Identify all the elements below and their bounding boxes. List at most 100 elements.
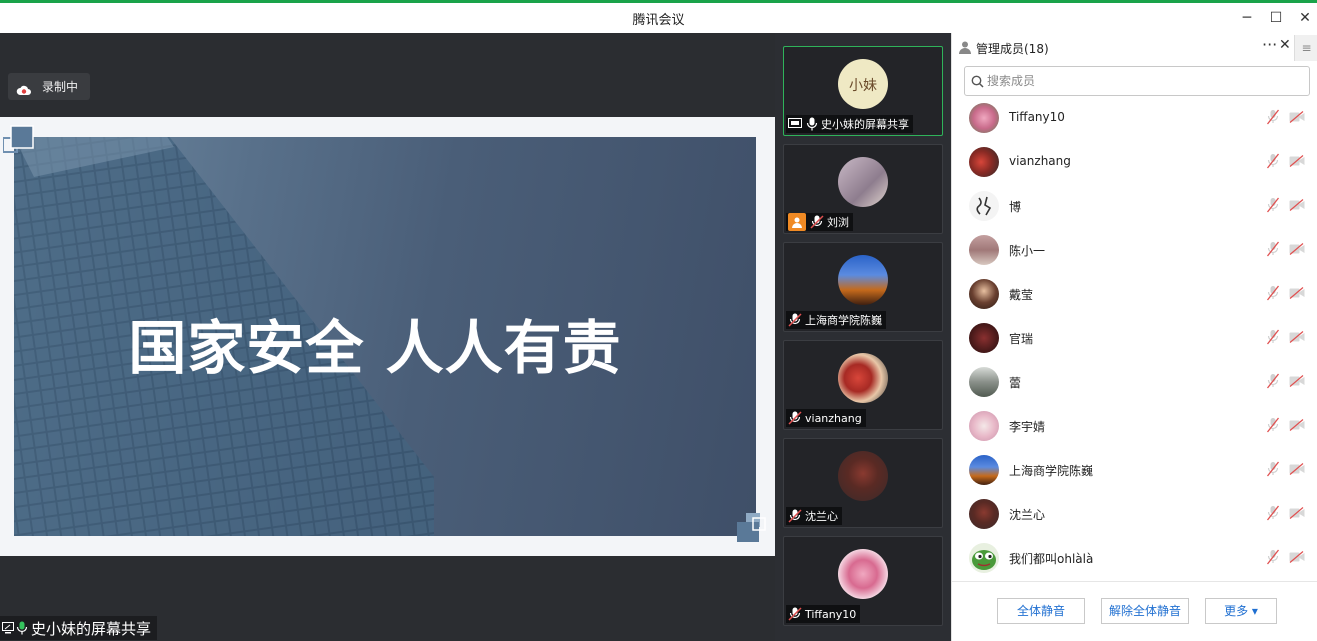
camera-off-icon[interactable] [1289,507,1305,519]
mic-muted-icon[interactable] [1266,153,1280,169]
participant-tile[interactable]: vianzhang [783,340,943,430]
tile-name-tag: 刘浏 [786,213,853,231]
mic-muted-icon[interactable] [1266,241,1280,257]
maximize-button[interactable]: ☐ [1265,7,1287,29]
tile-name: vianzhang [805,411,862,425]
mic-muted-icon[interactable] [1266,197,1280,213]
panel-header: 管理成员(18) ··· ✕ ≡ [952,33,1317,61]
avatar [838,353,888,403]
camera-off-icon[interactable] [1289,463,1305,475]
avatar [838,157,888,207]
list-item[interactable]: 陈小一 [952,228,1317,272]
member-search[interactable] [964,66,1310,96]
member-name: 沈兰心 [1009,508,1046,522]
screen-share-tag: 史小妹的屏幕共享 [0,616,158,640]
mic-muted-icon[interactable] [1266,417,1280,433]
participant-tile[interactable]: 上海商学院陈巍 [783,242,943,332]
search-icon [971,75,984,88]
camera-off-icon[interactable] [1289,199,1305,211]
mic-muted-icon[interactable] [1266,373,1280,389]
participant-tile[interactable]: Tiffany10 [783,536,943,626]
member-name: 李宇婧 [1009,420,1046,434]
camera-off-icon[interactable] [1289,375,1305,387]
member-list: Tiffany10 vianzhang 博 陈小一 戴莹 官瑞 蕾 李宇婧 上海… [952,101,1317,581]
participant-tile[interactable]: 沈兰心 [783,438,943,528]
close-panel-button[interactable]: ✕ [1279,37,1291,53]
mic-muted-icon [788,411,802,425]
avatar [969,103,999,133]
camera-off-icon[interactable] [1289,111,1305,123]
shared-slide-frame: 国家安全 人人有责 [0,117,775,556]
list-item[interactable]: vianzhang [952,140,1317,184]
list-item[interactable]: 李宇婧 [952,404,1317,448]
person-icon [788,213,806,231]
member-name: 官瑞 [1009,332,1034,346]
avatar [838,549,888,599]
member-name: 博 [1009,200,1022,214]
avatar [969,235,999,265]
participant-thumbnails: 小妹 史小妹的屏幕共享 刘浏 上海商学院陈巍 vianzhang 沈兰心 Tif… [775,33,951,641]
mic-muted-icon[interactable] [1266,505,1280,521]
mic-muted-icon[interactable] [1266,461,1280,477]
list-item[interactable]: Tiffany10 [952,101,1317,140]
tile-name-tag: 沈兰心 [786,507,842,525]
tile-name-tag: Tiffany10 [786,605,861,623]
search-input[interactable] [987,72,1297,90]
camera-off-icon[interactable] [1289,155,1305,167]
mic-muted-icon[interactable] [1266,109,1280,125]
tile-name: 上海商学院陈巍 [805,314,882,327]
window-title: 腾讯会议 [632,13,685,28]
svg-text:小妹: 小妹 [849,78,877,94]
meeting-window: 腾讯会议 ─ ☐ ✕ 录制中 国家安全 人人有责 史小妹的屏幕共享 小妹 史小妹… [0,0,1317,641]
avatar [969,191,999,221]
more-options-button[interactable]: ··· [1262,35,1277,54]
list-item[interactable]: 沈兰心 [952,492,1317,536]
participant-tile[interactable]: 刘浏 [783,144,943,234]
list-item[interactable]: 上海商学院陈巍 [952,448,1317,492]
avatar [969,323,999,353]
unmute-all-button[interactable]: 解除全体静音 [1101,598,1189,624]
panel-footer: 全体静音 解除全体静音 更多 ▾ [952,581,1317,641]
mic-muted-icon [788,607,802,621]
camera-off-icon[interactable] [1289,419,1305,431]
camera-off-icon[interactable] [1289,551,1305,563]
list-item[interactable]: 官瑞 [952,316,1317,360]
title-bar: 腾讯会议 ─ ☐ ✕ [0,3,1317,33]
screen-share-icon [2,622,14,634]
mic-muted-icon [810,215,824,229]
avatar [969,455,999,485]
member-management-panel: 管理成员(18) ··· ✕ ≡ Tiffany10 vianzhang [951,33,1317,641]
member-name: 蕾 [1009,376,1022,390]
recording-badge[interactable]: 录制中 [8,73,90,100]
member-name: vianzhang [1009,154,1071,168]
mic-active-icon [806,117,818,131]
camera-off-icon[interactable] [1289,243,1305,255]
mute-all-button[interactable]: 全体静音 [997,598,1085,624]
list-item[interactable]: 戴莹 [952,272,1317,316]
tile-name: 沈兰心 [805,510,838,523]
minimize-button[interactable]: ─ [1236,7,1258,29]
list-item[interactable]: 蕾 [952,360,1317,404]
share-tag-label: 史小妹的屏幕共享 [31,619,152,638]
camera-off-icon[interactable] [1289,331,1305,343]
slide-title: 国家安全 人人有责 [128,314,622,382]
participant-tile[interactable]: 小妹 史小妹的屏幕共享 [783,46,943,136]
camera-off-icon[interactable] [1289,287,1305,299]
cloud-record-icon [16,81,32,95]
mic-muted-icon [788,509,802,523]
member-name: 上海商学院陈巍 [1009,464,1094,478]
list-item[interactable]: 我们都叫ohlàlà [952,536,1317,580]
panel-side-toggle[interactable]: ≡ [1294,35,1317,61]
avatar [969,543,999,573]
close-window-button[interactable]: ✕ [1294,7,1316,29]
mic-muted-icon[interactable] [1266,329,1280,345]
tile-name: Tiffany10 [805,607,857,621]
mic-muted-icon[interactable] [1266,285,1280,301]
avatar [969,279,999,309]
main-video-stage: 录制中 国家安全 人人有责 史小妹的屏幕共享 [0,33,775,641]
screen-share-icon [788,118,802,128]
mic-muted-icon[interactable] [1266,549,1280,565]
more-button[interactable]: 更多 ▾ [1205,598,1277,624]
tile-name: 史小妹的屏幕共享 [821,118,909,131]
list-item[interactable]: 博 [952,184,1317,228]
